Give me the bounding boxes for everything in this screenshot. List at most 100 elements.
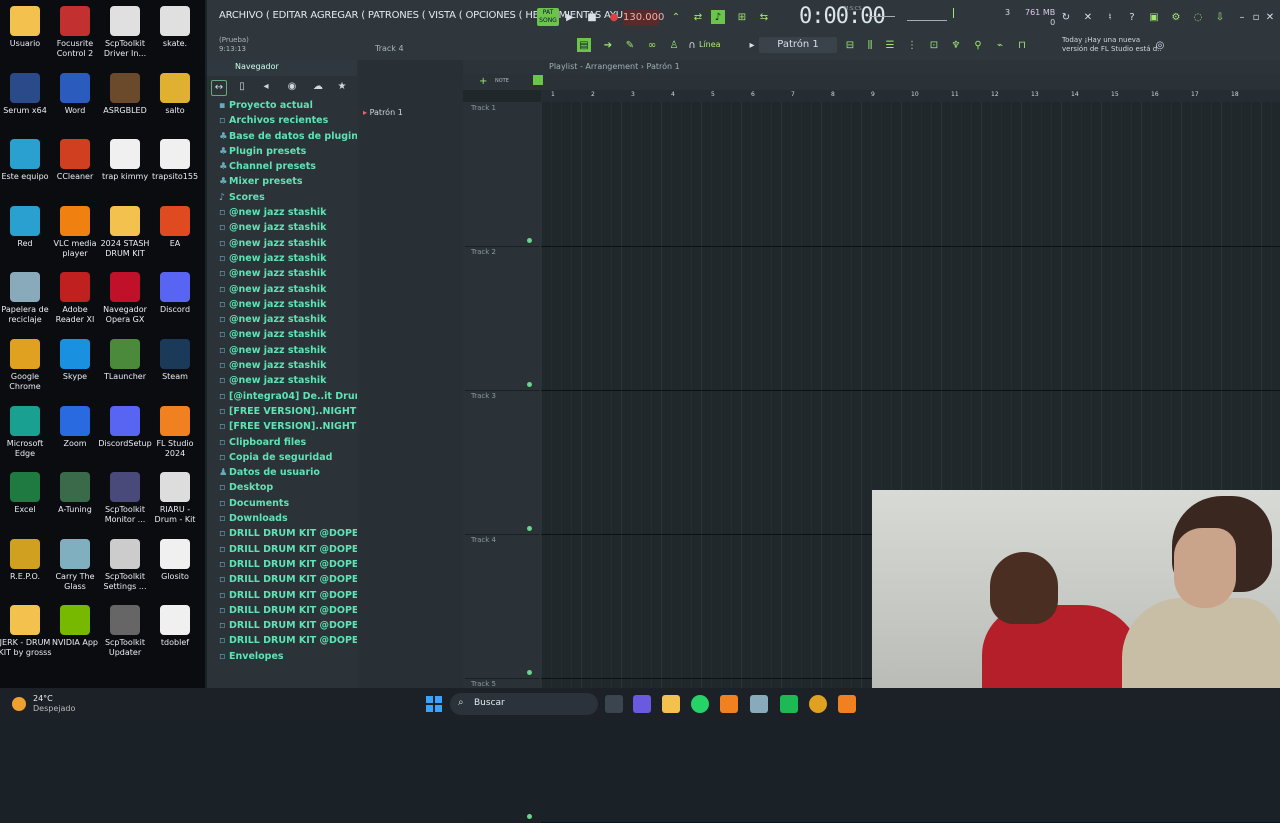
stamp-icon[interactable]: ♙	[667, 38, 681, 52]
browser-item[interactable]: ▫DRILL DRUM KIT @DOPEKIT	[207, 618, 357, 633]
desktop-icon[interactable]: trapsito155	[148, 139, 202, 182]
settings-taskbar-icon[interactable]	[750, 695, 768, 713]
step-edit-icon[interactable]: ⊞	[735, 10, 749, 24]
snap-mode[interactable]: Línea	[699, 40, 721, 49]
pattern-clip-item[interactable]: ▸ Patrón 1	[363, 108, 403, 117]
master-volume-slider[interactable]	[869, 16, 895, 17]
browser-plugin-icon[interactable]: ◉	[285, 80, 299, 94]
desktop-icon[interactable]: trap kimmy	[98, 139, 152, 182]
desktop-icon[interactable]: A-Tuning	[48, 472, 102, 515]
playlist-add-icon[interactable]: +	[479, 76, 487, 87]
desktop-icon[interactable]: Red	[0, 205, 52, 249]
browser-item[interactable]: ▫ Desktop	[207, 480, 357, 495]
undo-icon[interactable]: ↻	[1059, 10, 1073, 24]
browser-item[interactable]: ▫ @new jazz stashik	[207, 343, 357, 358]
browser-item[interactable]: ▫[@integra04] De..it Drumkit 2023	[207, 389, 357, 404]
browser-item[interactable]: ▫ @new jazz stashik	[207, 282, 357, 297]
browser-item[interactable]: ▫ @new jazz stashik	[207, 312, 357, 327]
browser-file-icon[interactable]: ▯	[235, 80, 249, 94]
loop-record-icon[interactable]: ⇆	[757, 10, 771, 24]
browser-item[interactable]: ▫ @new jazz stashik	[207, 266, 357, 281]
window-close-icon[interactable]: ✕	[1263, 10, 1277, 24]
settings-icon[interactable]: ⚙	[1169, 10, 1183, 24]
desktop-icon[interactable]: VLC media player	[48, 205, 102, 259]
mixer-icon[interactable]: ⫼	[863, 38, 877, 52]
desktop-icon[interactable]: JERK - DRUM KIT by grosss	[0, 605, 52, 658]
desktop-icon[interactable]: 2024 STASH DRUM KIT	[98, 205, 152, 259]
desktop-icon[interactable]: EA	[148, 205, 202, 249]
desktop-icon[interactable]: Carry The Glass	[48, 538, 102, 592]
browser-item[interactable]: ▫ @new jazz stashik	[207, 236, 357, 251]
maximize-icon[interactable]: ▫	[1249, 10, 1263, 24]
browser-item[interactable]: ▪ Proyecto actual	[207, 98, 357, 113]
piano-roll-icon[interactable]: ☰	[883, 38, 897, 52]
file-explorer-icon[interactable]	[662, 695, 680, 713]
browser-item[interactable]: ▫ Clipboard files	[207, 435, 357, 450]
browser-item[interactable]: ♣Mixer presets	[207, 174, 357, 189]
desktop-icon[interactable]: Word	[48, 72, 102, 116]
track-header[interactable]: Track 2	[465, 246, 539, 391]
browser-item[interactable]: ♣Base de datos de plugins	[207, 129, 357, 144]
desktop-icon[interactable]: Este equipo	[0, 139, 52, 182]
browser-item[interactable]: ▫ Envelopes	[207, 649, 357, 664]
desktop-icon[interactable]: Steam	[148, 339, 202, 382]
channel-rack-icon[interactable]: ⊟	[843, 38, 857, 52]
desktop-icon[interactable]: DiscordSetup	[98, 405, 152, 449]
plug-icon[interactable]: ⚲	[971, 38, 985, 52]
track-enable-icon[interactable]	[527, 382, 532, 387]
record-icon[interactable]: ●	[607, 10, 621, 24]
desktop-icon[interactable]: ScpToolkit Settings ...	[98, 538, 152, 592]
desktop-icon[interactable]: RIARU - Drum - Kit	[148, 472, 202, 525]
close-tool-icon[interactable]: ✕	[1081, 10, 1095, 24]
desktop-icon[interactable]: Adobe Reader XI	[48, 272, 102, 325]
browser-item[interactable]: ▫ @new jazz stashik	[207, 205, 357, 220]
timeline-ruler[interactable]: 1 2 3 4 5 6 7 8 9 10 11 12 13 14 15 16 17 18	[541, 90, 1280, 102]
browser-item[interactable]: ♪ Scores	[207, 190, 357, 205]
playlist-view-icon[interactable]: ▤	[577, 38, 591, 52]
tempo-tap-icon[interactable]: ⌁	[993, 38, 1007, 52]
tempo-display[interactable]: 130.000	[623, 10, 664, 26]
desktop-icon[interactable]: Google Chrome	[0, 339, 52, 392]
browser-item[interactable]: ▫ Copia de seguridad	[207, 450, 357, 465]
browser-item[interactable]: ▫ Downloads	[207, 511, 357, 526]
browser-item[interactable]: ▫DRILL DRUM KIT @DOPEKIT	[207, 526, 357, 541]
mic-icon[interactable]: ♮	[1103, 10, 1117, 24]
desktop-icon[interactable]: CCleaner	[48, 139, 102, 182]
desktop-icon[interactable]: Navegador Opera GX	[98, 272, 152, 325]
desktop-icon[interactable]: ScpToolkit Updater	[98, 605, 152, 658]
browser-star-icon[interactable]: ★	[335, 80, 349, 94]
browser-item[interactable]: ▫ @new jazz stashik	[207, 373, 357, 388]
stop-icon[interactable]: ■	[585, 10, 599, 24]
copilot-icon[interactable]	[633, 695, 651, 713]
download-icon[interactable]: ⇩	[1213, 10, 1227, 24]
master-pitch-slider[interactable]	[907, 20, 947, 21]
browser-item[interactable]: ▫DRILL DRUM KIT @DOPEKIT	[207, 557, 357, 572]
browser-all-icon[interactable]: ↔	[211, 80, 227, 96]
desktop-icon[interactable]: ScpToolkit Monitor ...	[98, 472, 152, 525]
save-icon[interactable]: ▣	[1147, 10, 1161, 24]
desktop-icon[interactable]: R.E.P.O.	[0, 538, 52, 582]
track-header[interactable]: Track 1	[465, 102, 539, 247]
browser-item[interactable]: ▫ @new jazz stashik	[207, 327, 357, 342]
desktop-icon[interactable]: tdoblef	[148, 605, 202, 648]
desktop-icon[interactable]: ScpToolkit Driver In...	[98, 6, 152, 59]
browser-item[interactable]: ▫ Documents	[207, 496, 357, 511]
cart-icon[interactable]: ⊓	[1015, 38, 1029, 52]
track-enable-icon[interactable]	[527, 670, 532, 675]
task-view-icon[interactable]	[605, 695, 623, 713]
browser-item[interactable]: ▫ @new jazz stashik	[207, 220, 357, 235]
metronome-icon[interactable]: ⌃	[669, 10, 683, 24]
chrome-taskbar-icon[interactable]	[809, 695, 827, 713]
start-button[interactable]	[426, 696, 442, 712]
desktop-icon[interactable]: Microsoft Edge	[0, 405, 52, 459]
magnet-icon[interactable]: ∩	[685, 38, 699, 52]
browser-item[interactable]: ▫DRILL DRUM KIT @DOPEKIT	[207, 572, 357, 587]
track-enable-icon[interactable]	[527, 526, 532, 531]
countdown-icon[interactable]: ♪	[711, 10, 725, 24]
desktop-icon[interactable]: TLauncher	[98, 339, 152, 382]
track-enable-icon[interactable]	[527, 814, 532, 819]
browser-item[interactable]: ▫[FREE VERSION]..NIGHT VISION'	[207, 419, 357, 434]
track-enable-icon[interactable]	[527, 238, 532, 243]
desktop-icon[interactable]: NVIDIA App	[48, 605, 102, 648]
browser-item[interactable]: ▫ @new jazz stashik	[207, 251, 357, 266]
